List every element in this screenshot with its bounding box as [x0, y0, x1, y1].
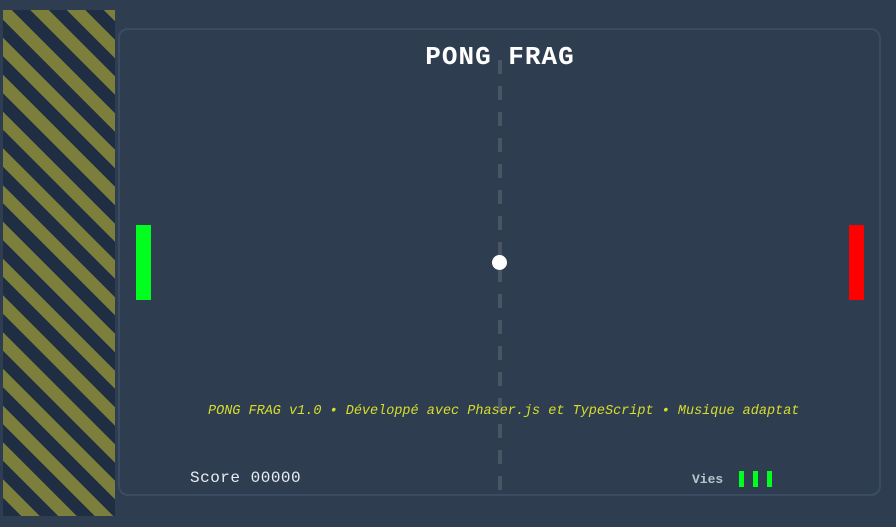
opponent-paddle — [849, 225, 864, 300]
score-display: Score 00000 — [190, 469, 302, 487]
credits-ticker: PONG FRAG v1.0 • Développé avec Phaser.j… — [208, 404, 800, 419]
game-title: PONG FRAG — [425, 42, 575, 72]
life-bar-icon — [753, 471, 759, 487]
center-net-line — [498, 60, 502, 494]
life-bar-icon — [739, 471, 745, 487]
lives-label: Vies — [692, 471, 724, 487]
player-paddle[interactable] — [136, 225, 151, 300]
ball — [492, 255, 507, 270]
life-bar-icon — [767, 471, 773, 487]
game-screen: PONG FRAG PONG FRAG v1.0 • Développé ave… — [0, 0, 896, 527]
hazard-stripe-panel — [3, 10, 115, 516]
lives-indicator: Vies — [692, 470, 781, 488]
